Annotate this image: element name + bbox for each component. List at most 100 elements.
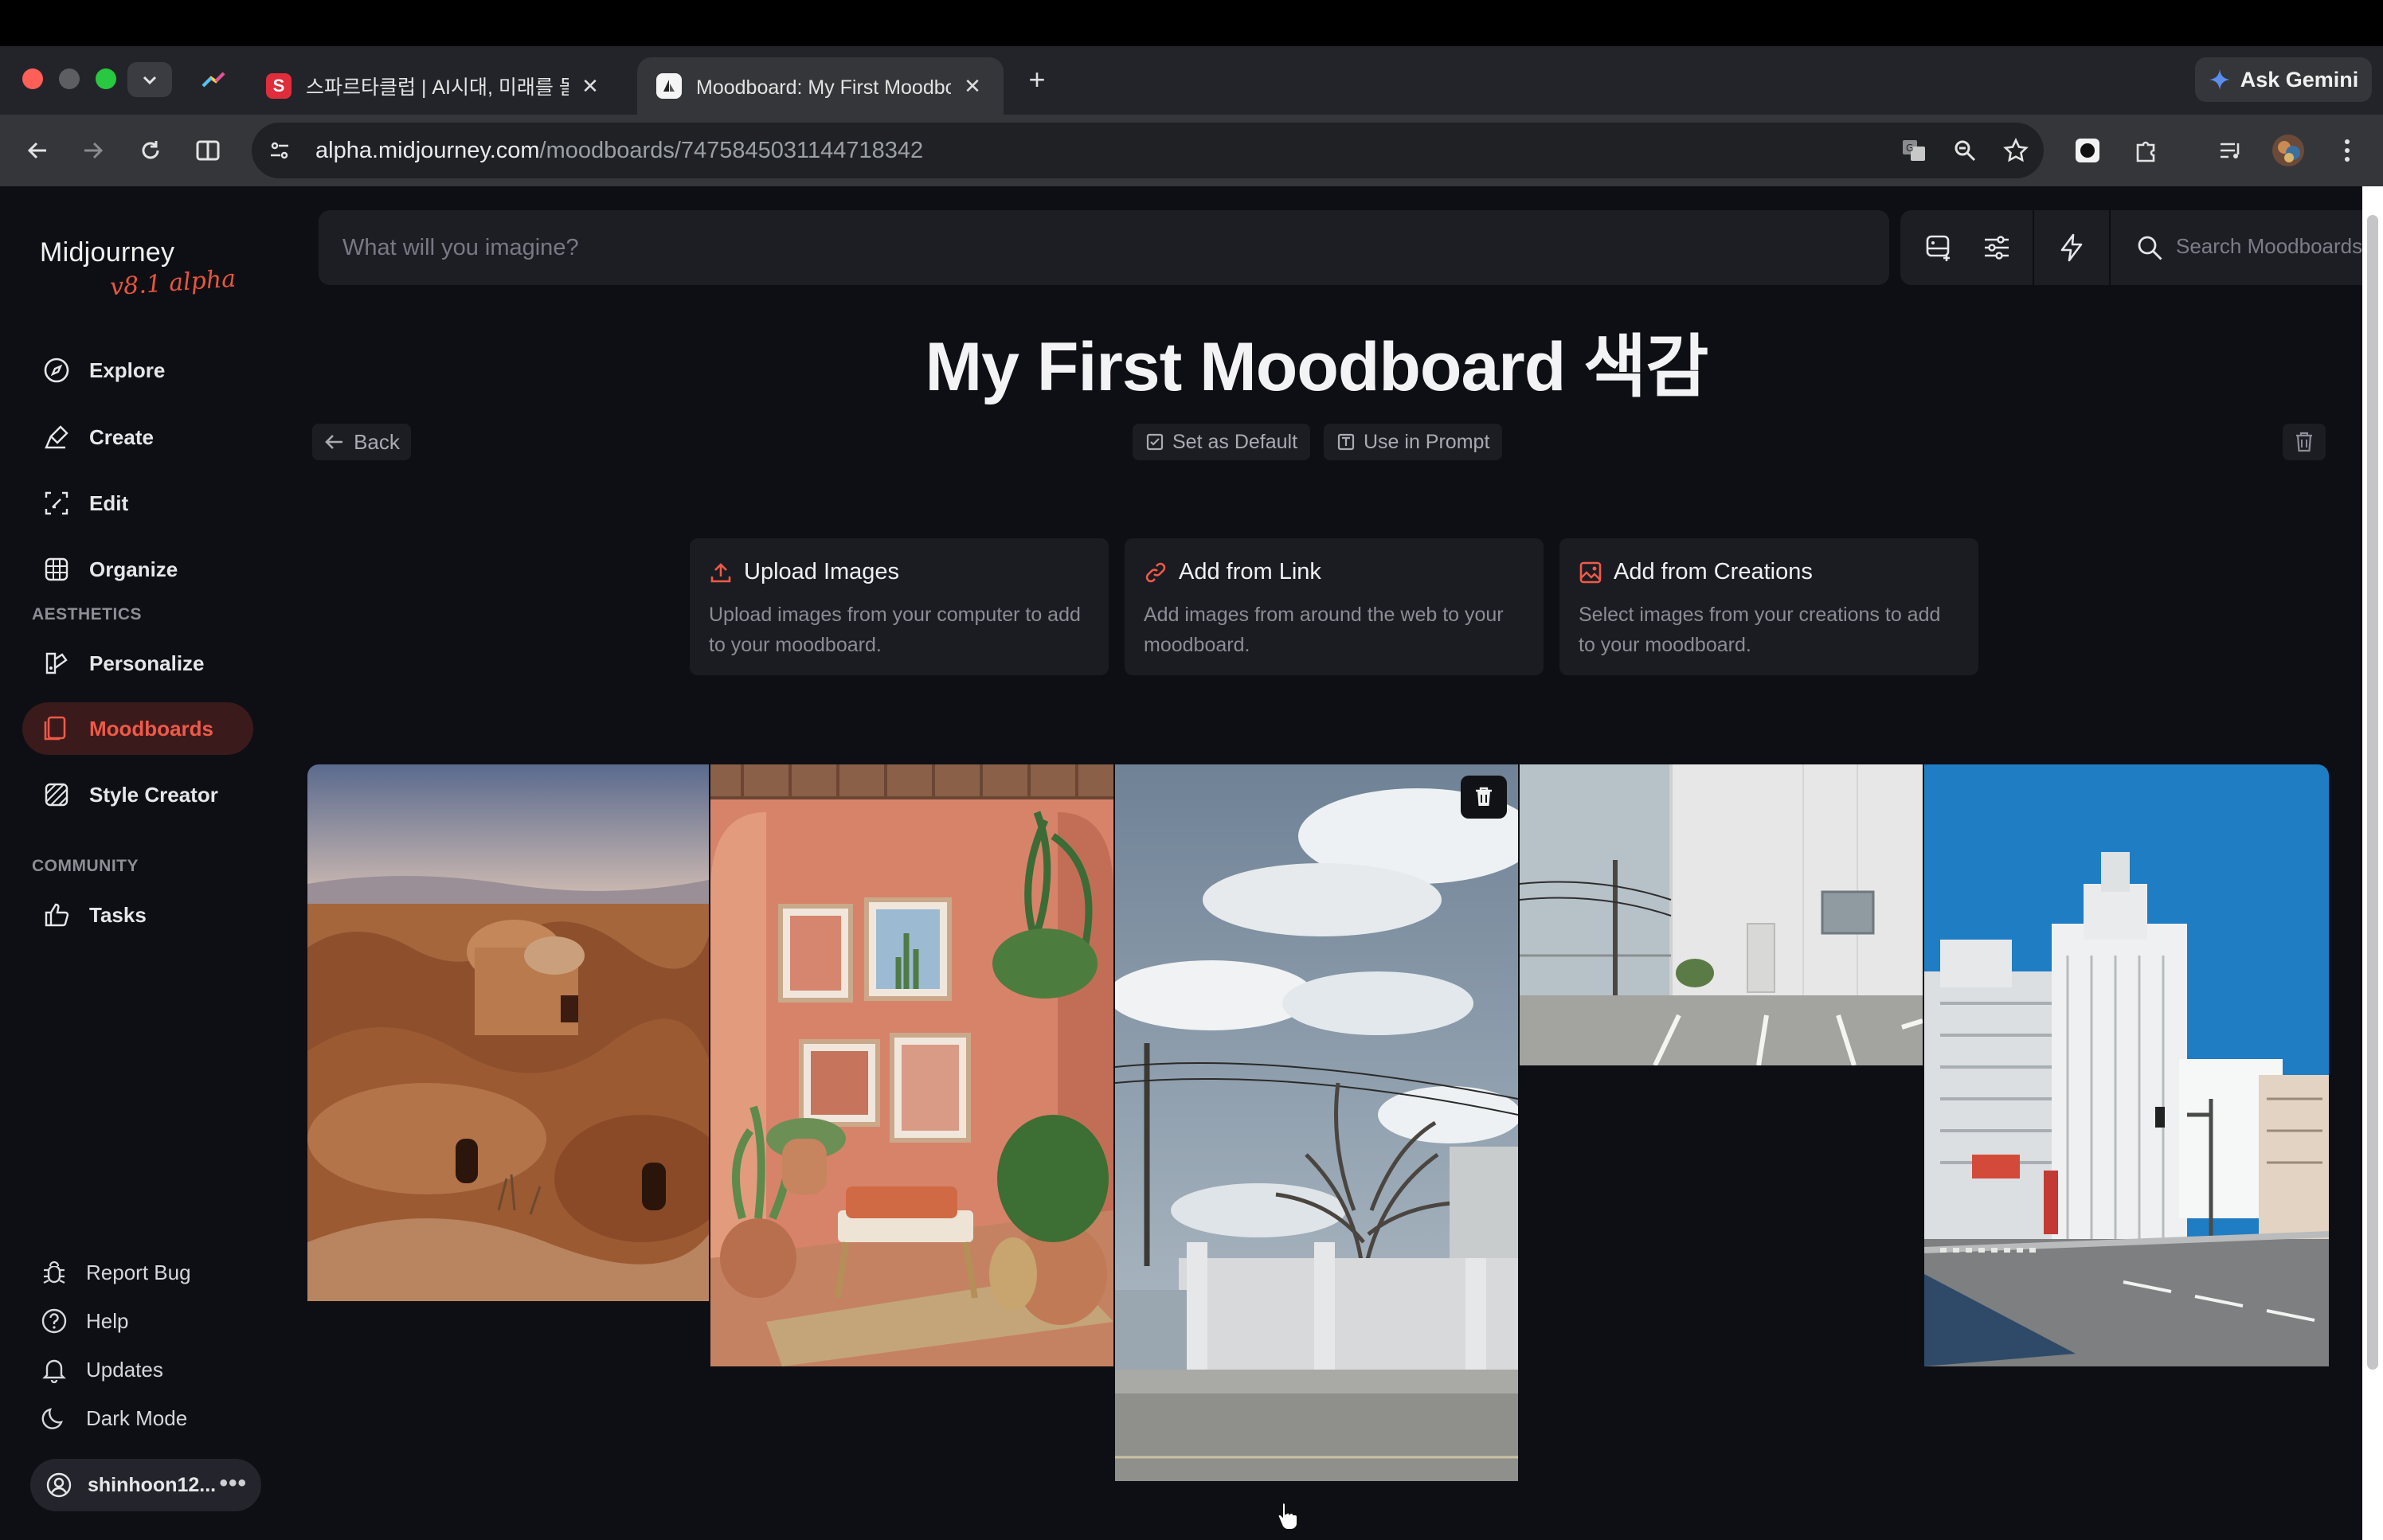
card-description: Upload images from your computer to add …	[709, 604, 1081, 656]
moodboard-image-interior[interactable]	[710, 764, 1113, 1366]
moodboard-image-desert[interactable]	[307, 764, 709, 1301]
puzzle-icon	[2136, 141, 2155, 162]
scrollbar-thumb[interactable]	[2367, 215, 2378, 1370]
pinned-tab[interactable]	[196, 65, 231, 94]
browser-menu-button[interactable]	[2327, 131, 2367, 170]
sidebar-item-organize[interactable]: Organize	[22, 543, 253, 596]
address-bar[interactable]: alpha.midjourney.com/moodboards/74758450…	[252, 123, 2044, 178]
extensions-button[interactable]	[2127, 131, 2166, 170]
grid-icon	[41, 554, 72, 584]
sidebar-item-tasks[interactable]: Tasks	[22, 889, 253, 941]
arrow-left-icon	[27, 142, 46, 159]
minimize-window-button[interactable]	[59, 68, 80, 89]
add-from-creations-card[interactable]: Add from Creations Select images from yo…	[1559, 538, 1978, 675]
reload-button[interactable]	[131, 131, 170, 170]
upload-icon	[710, 562, 731, 582]
os-menu-bar	[0, 0, 2383, 46]
profile-avatar-icon	[2272, 135, 2304, 166]
arrow-left-icon	[325, 435, 343, 449]
sidebar-item-label: Create	[89, 424, 154, 449]
sidebar-item-moodboards[interactable]: Moodboards	[22, 702, 253, 755]
ask-gemini-label: Ask Gemini	[2240, 67, 2359, 92]
set-as-default-button[interactable]: Set as Default	[1133, 424, 1311, 460]
trash-icon	[1476, 787, 1492, 806]
sidebar-item-explore[interactable]: Explore	[22, 344, 253, 397]
help-icon	[38, 1305, 70, 1337]
moodboard-image-city-street[interactable]	[1924, 764, 2329, 1366]
browser-tab-active[interactable]: Moodboard: My First Moodboard 색감 ✕	[637, 57, 1004, 115]
username: shinhoon12...	[88, 1473, 217, 1496]
user-avatar-icon	[43, 1469, 75, 1501]
sidebar-item-create[interactable]: Create	[22, 411, 253, 463]
sidebar: Midjourney v8.1 alpha Explore Create Edi…	[0, 186, 287, 1540]
brand-name: Midjourney	[40, 237, 175, 268]
sidebar-item-label: Style Creator	[89, 782, 218, 807]
midjourney-favicon-icon	[656, 73, 682, 99]
svg-text:G: G	[1906, 143, 1913, 154]
settings-sliders-button[interactable]	[1977, 228, 2017, 268]
help-link[interactable]: Help	[38, 1302, 128, 1340]
add-from-link-card[interactable]: Add from Link Add images from around the…	[1125, 538, 1544, 675]
prompt-bar	[319, 210, 1889, 285]
dark-mode-toggle[interactable]: Dark Mode	[38, 1399, 187, 1437]
extension-button[interactable]	[2068, 131, 2107, 170]
moodboard-image-wall-tree[interactable]	[1115, 764, 1518, 1481]
media-queue-icon	[2221, 143, 2240, 158]
browser-tab[interactable]: S 스파르타클럽 | AI시대, 미래를 돌파 ✕	[247, 57, 621, 115]
delete-moodboard-button[interactable]	[2283, 424, 2326, 460]
close-window-button[interactable]	[22, 68, 43, 89]
more-horiz-icon[interactable]: •••	[219, 1470, 247, 1497]
sliders-icon	[1985, 236, 2009, 260]
split-view-button[interactable]	[188, 131, 228, 170]
close-tab-icon[interactable]: ✕	[578, 74, 602, 99]
image-prompt-button[interactable]	[1919, 228, 1959, 268]
maximize-window-button[interactable]	[96, 68, 116, 89]
prompt-input[interactable]	[342, 234, 1889, 261]
page-scrollbar[interactable]	[2362, 186, 2383, 1540]
report-bug-link[interactable]: Report Bug	[38, 1253, 191, 1292]
translate-icon[interactable]: G	[1894, 131, 1934, 170]
speed-mode-button[interactable]	[2052, 228, 2091, 268]
upload-images-card[interactable]: Upload Images Upload images from your co…	[690, 538, 1109, 675]
site-settings-icon[interactable]	[256, 127, 303, 174]
forward-nav-button[interactable]	[73, 131, 113, 170]
card-description: Add images from around the web to your m…	[1144, 604, 1504, 656]
url-host: alpha.midjourney.com	[315, 137, 540, 163]
thumbs-up-icon	[41, 900, 72, 930]
sidebar-item-personalize[interactable]: Personalize	[22, 637, 253, 690]
sidebar-item-label: Personalize	[89, 651, 205, 675]
moodboard-image-parking[interactable]	[1520, 764, 1923, 1065]
more-vert-icon	[2345, 139, 2350, 162]
card-title: Add from Link	[1179, 559, 1321, 584]
tab-favicon-icon: S	[266, 73, 292, 99]
updates-link[interactable]: Updates	[38, 1350, 163, 1389]
media-control-button[interactable]	[2211, 131, 2251, 170]
sidebar-item-style-creator[interactable]: Style Creator	[22, 768, 253, 821]
extension-square-icon	[2076, 139, 2099, 162]
bell-icon	[38, 1354, 70, 1386]
sidebar-item-label: Explore	[89, 358, 166, 382]
close-tab-icon[interactable]: ✕	[961, 74, 984, 99]
back-nav-button[interactable]	[18, 131, 57, 170]
tab-title: 스파르타클럽 | AI시대, 미래를 돌파	[306, 76, 569, 99]
new-tab-button[interactable]: +	[1019, 62, 1055, 97]
search-icon[interactable]	[2130, 228, 2170, 268]
profile-avatar-button[interactable]	[2268, 131, 2308, 170]
url-text[interactable]: alpha.midjourney.com/moodboards/74758450…	[315, 138, 923, 164]
midjourney-logo[interactable]: Midjourney v8.1 alpha	[40, 237, 237, 301]
add-image-icon	[1926, 235, 1950, 261]
use-in-prompt-button[interactable]: Use in Prompt	[1324, 424, 1503, 460]
version-label: v8.1 alpha	[108, 264, 237, 302]
tab-search-button[interactable]	[127, 62, 172, 97]
aesthetics-section-label: AESTHETICS	[32, 605, 143, 623]
user-account-button[interactable]: shinhoon12... •••	[30, 1459, 261, 1511]
search-moodboards-input[interactable]: Search Moodboards	[2176, 234, 2362, 259]
bookmark-star-icon[interactable]	[1996, 131, 2036, 170]
ask-gemini-button[interactable]: Ask Gemini	[2195, 57, 2372, 102]
delete-image-button[interactable]	[1461, 776, 1507, 819]
zoom-icon[interactable]	[1945, 131, 1985, 170]
moodboard-icon	[41, 713, 72, 744]
midjourney-app: Midjourney v8.1 alpha Explore Create Edi…	[0, 186, 2383, 1540]
sidebar-item-edit[interactable]: Edit	[22, 477, 253, 530]
back-button[interactable]: Back	[312, 424, 411, 460]
